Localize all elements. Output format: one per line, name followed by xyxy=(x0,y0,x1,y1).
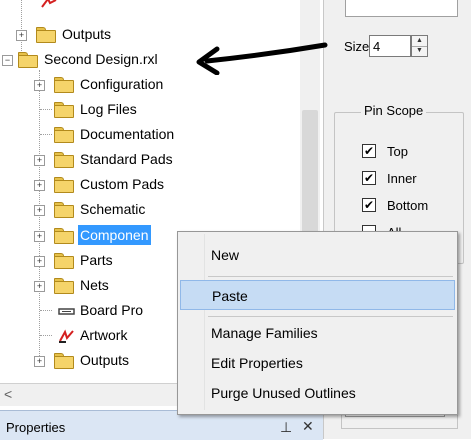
menu-item-manage-families[interactable]: Manage Families xyxy=(180,318,455,348)
tree-item-schematic[interactable]: + Schematic xyxy=(0,197,300,222)
expand-icon[interactable]: + xyxy=(34,205,45,216)
menu-separator xyxy=(208,316,453,317)
tree-item-artwork-cut[interactable] xyxy=(40,0,160,13)
folder-icon xyxy=(54,77,74,93)
properties-title: Properties xyxy=(6,420,66,435)
checkbox-top-label: Top xyxy=(387,144,408,159)
tree-item-outputs-top[interactable]: + Outputs xyxy=(0,22,200,47)
callout-arrow-icon xyxy=(196,42,328,75)
expand-icon[interactable]: + xyxy=(34,356,45,367)
board-profile-icon xyxy=(58,305,76,317)
tree-item-label: Parts xyxy=(80,252,113,268)
expand-icon[interactable]: + xyxy=(34,281,45,292)
tree-root-label: Second Design.rxl xyxy=(44,51,158,67)
checkbox-top[interactable]: ✔ xyxy=(362,144,376,158)
checkbox-inner[interactable]: ✔ xyxy=(362,171,376,185)
folder-icon xyxy=(54,152,74,168)
artwork-icon xyxy=(58,329,76,343)
scroll-left-icon[interactable]: < xyxy=(4,386,12,402)
tree-item-label: Custom Pads xyxy=(80,176,165,192)
expand-icon[interactable]: + xyxy=(16,30,27,41)
menu-item-label: Edit Properties xyxy=(211,355,303,371)
folder-icon xyxy=(54,202,74,218)
tree-item-label: Standard Pads xyxy=(80,151,173,167)
tree-item-label: Configuration xyxy=(80,76,164,92)
tree-item-label: Board Pro xyxy=(80,302,144,318)
folder-icon xyxy=(54,102,74,118)
folder-icon xyxy=(54,253,74,269)
close-icon[interactable]: ✕ xyxy=(302,418,314,435)
menu-item-paste[interactable]: Paste xyxy=(180,280,455,310)
expand-icon[interactable]: + xyxy=(34,231,45,242)
size-spinner[interactable]: ▲ ▼ xyxy=(411,35,428,57)
size-input[interactable] xyxy=(369,35,411,57)
tree-connector xyxy=(40,310,52,311)
tree-item-log-files[interactable]: Log Files xyxy=(0,97,300,122)
folder-icon xyxy=(54,127,74,143)
tree-item-label: Documentation xyxy=(80,126,175,142)
folder-icon xyxy=(54,177,74,193)
tree-item-configuration[interactable]: + Configuration xyxy=(0,72,300,97)
folder-icon xyxy=(54,353,74,369)
tree-item-label: Outputs xyxy=(80,352,130,368)
expand-icon[interactable]: + xyxy=(34,155,45,166)
collapse-icon[interactable]: − xyxy=(2,55,13,66)
expand-icon[interactable]: + xyxy=(34,180,45,191)
menu-item-label: Paste xyxy=(212,288,248,304)
artwork-icon xyxy=(40,0,58,8)
tree-item-label: Outputs xyxy=(62,26,112,42)
spin-down-icon[interactable]: ▼ xyxy=(412,46,427,56)
tree-item-documentation[interactable]: Documentation xyxy=(0,122,300,147)
tree-item-root[interactable]: − Second Design.rxl xyxy=(0,47,220,72)
menu-item-new[interactable]: New xyxy=(180,240,455,270)
pin-scope-title: Pin Scope xyxy=(361,103,427,118)
pin-icon[interactable]: ⊥ xyxy=(280,419,292,436)
open-folder-icon xyxy=(54,228,74,244)
tree-item-standard-pads[interactable]: + Standard Pads xyxy=(0,147,300,172)
size-label: Size xyxy=(344,39,370,54)
folder-icon xyxy=(54,278,74,294)
menu-item-label: New xyxy=(211,247,240,263)
menu-item-label: Manage Families xyxy=(211,325,318,341)
checkbox-bottom-label: Bottom xyxy=(387,198,429,213)
tree-item-label: Schematic xyxy=(80,201,146,217)
tree-item-custom-pads[interactable]: + Custom Pads xyxy=(0,172,300,197)
top-field[interactable] xyxy=(345,0,458,17)
menu-item-edit-properties[interactable]: Edit Properties xyxy=(180,348,455,378)
checkbox-inner-label: Inner xyxy=(387,171,417,186)
tree-connector xyxy=(40,134,52,135)
menu-item-label: Purge Unused Outlines xyxy=(211,385,356,401)
expand-icon[interactable]: + xyxy=(34,256,45,267)
context-menu: New Paste Manage Families Edit Propertie… xyxy=(177,231,458,415)
tree-connector xyxy=(40,109,52,110)
folder-icon xyxy=(36,27,56,43)
checkbox-bottom[interactable]: ✔ xyxy=(362,198,376,212)
menu-item-purge-unused-outlines[interactable]: Purge Unused Outlines xyxy=(180,378,455,408)
tree-item-label: Artwork xyxy=(80,327,128,343)
expand-icon[interactable]: + xyxy=(34,80,45,91)
tree-connector xyxy=(40,335,52,336)
tree-item-label: Log Files xyxy=(80,101,137,117)
tree-item-label-selected: Componen xyxy=(78,225,151,245)
menu-separator xyxy=(208,276,453,277)
tree-item-label: Nets xyxy=(80,277,109,293)
folder-icon xyxy=(18,52,38,68)
